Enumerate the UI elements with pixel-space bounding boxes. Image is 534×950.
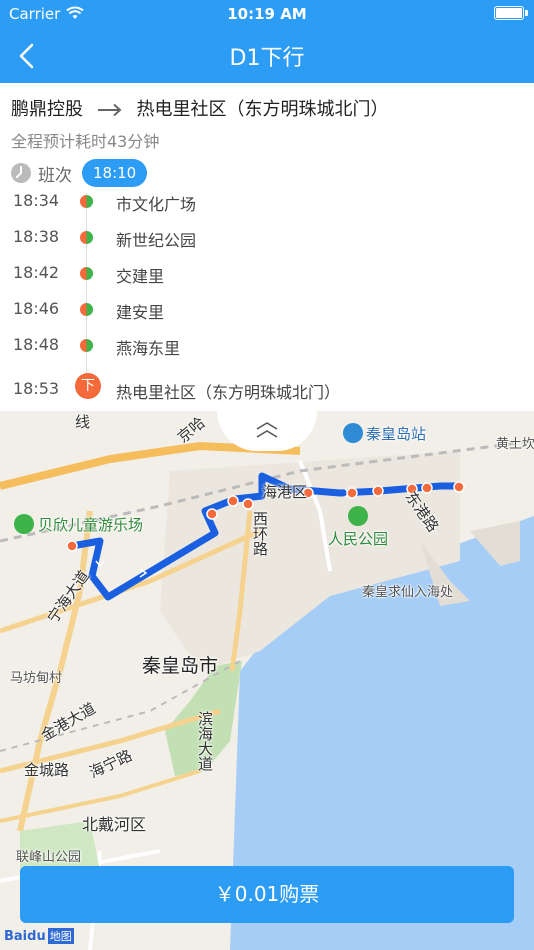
- alight-badge: 下: [75, 373, 101, 399]
- map-label-binhai: 滨海大道: [196, 711, 214, 771]
- stop-name: 建安里: [116, 303, 165, 322]
- route-destination: 热电里社区（东方明珠城北门）: [136, 99, 389, 120]
- stop-time: 18:38: [13, 227, 60, 246]
- list-item[interactable]: 18:46 建安里: [0, 291, 534, 327]
- route-summary: 鹏鼎控股 热电里社区（东方明珠城北门） 全程预计耗时43分钟 班次 18:10: [0, 83, 534, 193]
- route-origin: 鹏鼎控股: [11, 99, 83, 120]
- map-label-lianfengshan: 联峰山公园: [16, 850, 82, 865]
- chevron-up-icon: [256, 422, 278, 438]
- stop-time: 18:48: [13, 335, 60, 354]
- list-item[interactable]: 18:38 新世纪公园: [0, 219, 534, 255]
- stop-dot: [80, 231, 93, 244]
- map-stop-marker[interactable]: [242, 498, 254, 510]
- list-item[interactable]: 18:48 燕海东里: [0, 327, 534, 363]
- stop-name: 新世纪公园: [116, 231, 197, 250]
- app-screen: Carrier 10:19 AM D1下行 鹏鼎控股 热电里社区（东方明珠城北门…: [0, 0, 534, 950]
- map-stop-marker[interactable]: [346, 487, 358, 499]
- map-label-station: 秦皇岛站: [366, 425, 427, 443]
- baidu-map-logo: Baidu 地图: [4, 928, 74, 944]
- stop-time: 18:34: [13, 193, 60, 210]
- clock-icon: [11, 163, 31, 183]
- map-stop-marker[interactable]: [421, 482, 433, 494]
- map-label-city: 秦皇岛市: [142, 655, 219, 677]
- baidu-brand: Baidu: [4, 929, 46, 944]
- map-label-haigang: 海港区: [262, 483, 308, 501]
- map-label-xihuan: 西环路: [251, 511, 269, 556]
- clock-time: 10:19 AM: [227, 5, 307, 23]
- map-label-mafangdian: 马坊甸村: [10, 671, 63, 686]
- route-endpoints: 鹏鼎控股 热电里社区（东方明珠城北门）: [11, 95, 388, 121]
- stop-list: 18:34 市文化广场 18:38 新世纪公园 18:42 交建里 18:46 …: [0, 193, 534, 411]
- map-label-beidaihe: 北戴河区: [82, 815, 147, 834]
- map-label-beixin: 贝欣儿童游乐场: [38, 516, 144, 534]
- list-item[interactable]: 18:42 交建里: [0, 255, 534, 291]
- park-poi-icon: [348, 506, 368, 526]
- stop-dot: [80, 267, 93, 280]
- top-bar: Carrier 10:19 AM D1下行: [0, 0, 534, 83]
- map-label-line: 线: [75, 413, 91, 431]
- status-bar: Carrier 10:19 AM: [0, 0, 534, 30]
- map-stop-marker[interactable]: [206, 508, 218, 520]
- map-label-huangtukan: 黄土坎: [496, 437, 534, 452]
- stop-name: 热电里社区（东方明珠城北门）: [116, 383, 341, 402]
- list-item[interactable]: 18:34 市文化广场: [0, 193, 534, 219]
- arrow-right-icon: [97, 103, 122, 117]
- stop-dot: [80, 303, 93, 316]
- stop-time: 18:42: [13, 263, 60, 282]
- schedule-label: 班次: [38, 165, 72, 186]
- buy-ticket-button[interactable]: ￥0.01购票: [20, 866, 514, 923]
- stop-dot: [80, 195, 93, 208]
- stop-name: 燕海东里: [116, 339, 181, 358]
- map-stop-marker[interactable]: [66, 540, 78, 552]
- baidu-map-word: 地图: [47, 928, 74, 944]
- trip-duration: 全程预计耗时43分钟: [11, 132, 160, 151]
- departure-time-chip[interactable]: 18:10: [82, 159, 148, 187]
- map-stop-marker[interactable]: [453, 481, 465, 493]
- list-item[interactable]: 18:53 下 热电里社区（东方明珠城北门）: [0, 371, 534, 407]
- stop-time: 18:46: [13, 299, 60, 318]
- stop-time: 18:53: [13, 379, 60, 398]
- map-label-jincheng: 金城路: [24, 761, 70, 779]
- schedule-row: 班次 18:10: [11, 158, 148, 188]
- stop-name: 交建里: [116, 267, 165, 286]
- map-stop-marker[interactable]: [227, 495, 239, 507]
- battery-icon: [494, 6, 528, 20]
- map-label-qiuxian: 秦皇求仙入海处: [362, 585, 454, 600]
- page-title: D1下行: [229, 46, 305, 71]
- stop-name: 市文化广场: [116, 195, 197, 214]
- map-stop-marker[interactable]: [372, 485, 384, 497]
- train-station-icon: [343, 423, 363, 443]
- nav-bar: D1下行: [0, 30, 534, 83]
- park-poi-icon: [14, 514, 34, 534]
- stop-dot: [80, 339, 93, 352]
- map-label-renmin: 人民公园: [328, 530, 389, 548]
